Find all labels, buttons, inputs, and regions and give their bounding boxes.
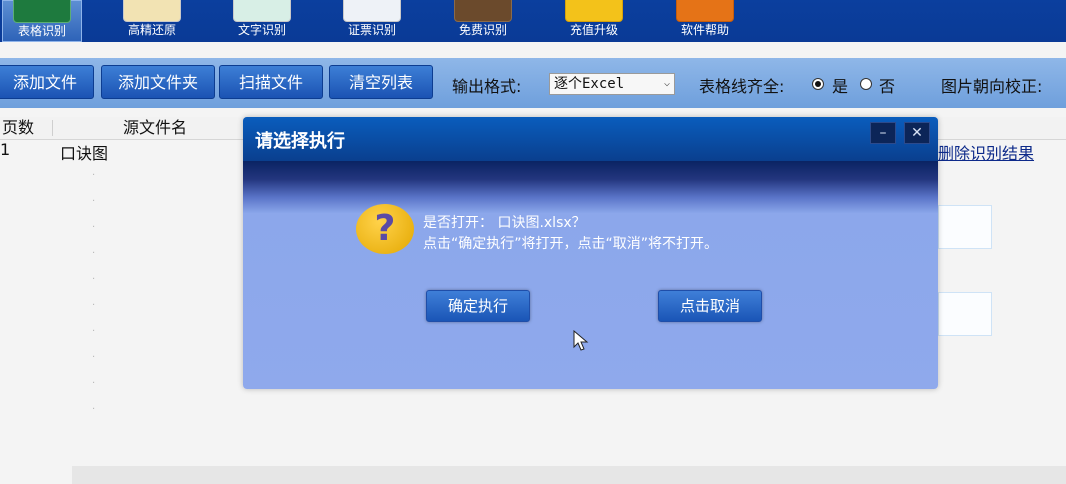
dialog-title: 请选择执行 <box>255 131 345 152</box>
toolbar-text-recognition[interactable]: 文字识别 <box>222 0 302 42</box>
question-icon: ? <box>356 204 414 254</box>
output-format-label: 输出格式: <box>452 77 522 96</box>
toolbar-label: 充值升级 <box>569 23 618 37</box>
toolbar-table-recognition[interactable]: 表格识别 <box>2 0 82 42</box>
header-source-name: 源文件名 <box>123 118 188 137</box>
toolbar-label: 软件帮助 <box>680 23 729 37</box>
orientation-label: 图片朝向校正: <box>941 77 1043 96</box>
panel-box <box>938 205 992 249</box>
coin-icon <box>565 0 623 22</box>
help-icon <box>676 0 734 22</box>
horizontal-scrollbar[interactable] <box>72 466 1066 484</box>
id-card-icon <box>343 0 401 22</box>
book-icon <box>454 0 512 22</box>
excel-icon <box>13 0 71 23</box>
chevron-down-icon: ⌵ <box>663 78 670 89</box>
radio-no[interactable] <box>860 78 872 90</box>
action-bar: 添加文件 添加文件夹 扫描文件 清空列表 输出格式: 表格线齐全: 是 否 图片… <box>0 58 1066 108</box>
add-file-button[interactable]: 添加文件 <box>0 65 94 99</box>
dialog-gradient-band <box>243 161 938 213</box>
mouse-cursor-icon <box>573 330 589 351</box>
toolbar-label: 文字识别 <box>237 23 286 37</box>
output-format-select[interactable]: 逐个Excel ⌵ <box>549 73 675 95</box>
dialog-message-line2: 点击“确定执行”将打开，点击“取消”将不打开。 <box>423 236 719 252</box>
radio-yes[interactable] <box>812 78 824 90</box>
document-icon <box>123 0 181 22</box>
toolbar-free-recognition[interactable]: 免费识别 <box>443 0 523 42</box>
toolbar-label: 证票识别 <box>347 23 396 37</box>
minimize-button[interactable]: – <box>870 122 896 144</box>
confirm-button[interactable]: 确定执行 <box>426 290 530 322</box>
close-button[interactable]: ✕ <box>904 122 930 144</box>
row-filename[interactable]: 口诀图 <box>60 140 108 164</box>
toolbar-recharge[interactable]: 充值升级 <box>554 0 634 42</box>
toolbar-help[interactable]: 软件帮助 <box>665 0 745 42</box>
column-divider <box>52 120 53 136</box>
add-folder-button[interactable]: 添加文件夹 <box>101 65 215 99</box>
no-label: 否 <box>879 77 896 96</box>
panel-box <box>938 292 992 336</box>
dialog-titlebar: 请选择执行 – ✕ <box>243 117 938 161</box>
output-format-value: 逐个Excel <box>554 76 625 92</box>
toolbar-label: 表格识别 <box>17 24 66 38</box>
toolbar-label: 高精还原 <box>127 23 176 37</box>
text-doc-icon <box>233 0 291 22</box>
delete-result-link[interactable]: 删除识别结果 <box>938 140 1034 164</box>
cancel-button[interactable]: 点击取消 <box>658 290 762 322</box>
toolbar-label: 免费识别 <box>458 23 507 37</box>
toolbar-id-recognition[interactable]: 证票识别 <box>332 0 412 42</box>
row-pages: 1 <box>0 140 11 159</box>
clear-list-button[interactable]: 清空列表 <box>329 65 433 99</box>
yes-label: 是 <box>832 77 849 96</box>
table-line-label: 表格线齐全: <box>699 77 785 96</box>
toolbar-hi-precision[interactable]: 高精还原 <box>112 0 192 42</box>
top-toolbar: 表格识别 高精还原 文字识别 证票识别 免费识别 充值升级 软件帮助 <box>0 0 1066 42</box>
header-pages: 页数 <box>2 118 35 137</box>
scan-file-button[interactable]: 扫描文件 <box>219 65 323 99</box>
dialog-message-line1: 是否打开： 口诀图.xlsx？ <box>423 215 586 231</box>
